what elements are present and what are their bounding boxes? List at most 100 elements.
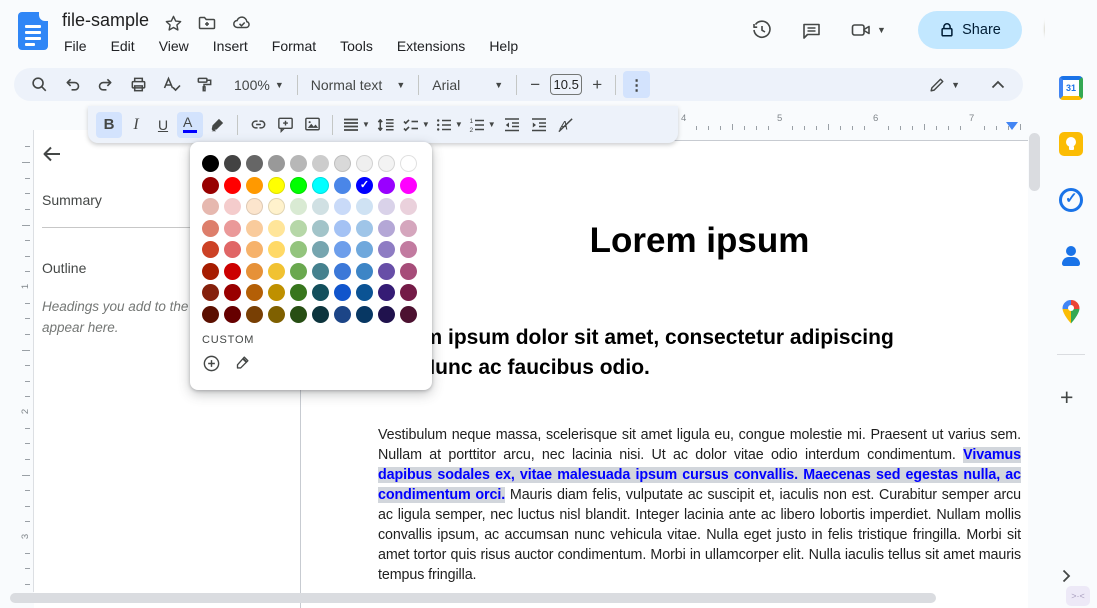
color-swatch-e69138[interactable] [246,263,263,280]
back-arrow-icon[interactable] [40,142,66,168]
bold-button[interactable]: B [96,112,122,138]
color-swatch-c9daf8[interactable] [334,198,351,215]
add-custom-color-icon[interactable] [202,354,221,373]
color-swatch-1c4587[interactable] [334,306,351,323]
color-swatch-1155cc[interactable] [334,284,351,301]
color-swatch-00ff00[interactable] [290,177,307,194]
zoom-select[interactable]: 100% ▼ [228,71,290,98]
search-menus-icon[interactable] [26,71,53,98]
cloud-status-icon[interactable] [231,13,253,33]
move-folder-icon[interactable] [197,13,217,33]
color-swatch-660000[interactable] [224,306,241,323]
print-icon[interactable] [125,71,152,98]
color-swatch-fce5cd[interactable] [246,198,263,215]
doc-subtitle[interactable]: Lorem ipsum dolor sit amet, consectetur … [378,323,1021,383]
color-swatch-bf9000[interactable] [268,284,285,301]
color-swatch-85200c[interactable] [202,284,219,301]
color-swatch-c27ba0[interactable] [400,241,417,258]
color-swatch-9fc5e8[interactable] [356,220,373,237]
color-swatch-e06666[interactable] [224,241,241,258]
color-swatch-d5a6bd[interactable] [400,220,417,237]
color-swatch-cc0000[interactable] [224,263,241,280]
redo-icon[interactable] [92,71,119,98]
color-swatch-d9d2e9[interactable] [378,198,395,215]
color-swatch-4c1130[interactable] [400,306,417,323]
font-family-select[interactable]: Arial ▼ [426,71,509,98]
doc-paragraph[interactable]: Vestibulum neque massa, scelerisque sit … [378,425,1021,585]
color-swatch-a4c2f4[interactable] [334,220,351,237]
menu-file[interactable]: File [60,36,91,56]
more-options-button[interactable]: ⋮ [623,71,650,98]
color-swatch-999999[interactable] [268,155,285,172]
color-swatch-cfe2f3[interactable] [356,198,373,215]
vertical-scrollbar-thumb[interactable] [1029,133,1040,191]
line-spacing-icon[interactable] [373,112,399,138]
document-title[interactable]: file-sample [62,10,149,31]
hide-menus-chevron-icon[interactable] [984,71,1011,98]
decrease-indent-icon[interactable] [499,112,525,138]
color-swatch-ff9900[interactable] [246,177,263,194]
checklist-button[interactable]: ▼ [400,112,432,138]
menu-extensions[interactable]: Extensions [393,36,469,56]
color-swatch-d9ead3[interactable] [290,198,307,215]
menu-help[interactable]: Help [485,36,522,56]
color-swatch-efefef[interactable] [356,155,373,172]
undo-icon[interactable] [59,71,86,98]
color-swatch-45818e[interactable] [312,263,329,280]
docs-logo-icon[interactable] [18,12,48,50]
menu-tools[interactable]: Tools [336,36,377,56]
color-swatch-f4cccc[interactable] [224,198,241,215]
color-swatch-6aa84f[interactable] [290,263,307,280]
numbered-list-button[interactable]: 12 ▼ [466,112,498,138]
google-maps-icon[interactable] [1058,299,1084,325]
color-swatch-ffe599[interactable] [268,220,285,237]
color-swatch-cc4125[interactable] [202,241,219,258]
color-swatch-00ffff[interactable] [312,177,329,194]
color-swatch-ffd966[interactable] [268,241,285,258]
google-tasks-icon[interactable]: ✓ [1058,187,1084,213]
menu-insert[interactable]: Insert [209,36,252,56]
menu-view[interactable]: View [155,36,193,56]
color-swatch-f9cb9c[interactable] [246,220,263,237]
editing-mode-select[interactable]: ▼ [922,71,966,98]
font-size-decrease-button[interactable]: − [524,75,546,95]
color-swatch-6fa8dc[interactable] [356,241,373,258]
menu-edit[interactable]: Edit [107,36,139,56]
google-calendar-icon[interactable]: 31 [1058,75,1084,101]
version-history-icon[interactable] [748,16,776,44]
color-swatch-d9d9d9[interactable] [334,155,351,172]
color-swatch-8e7cc3[interactable] [378,241,395,258]
italic-button[interactable]: I [123,112,149,138]
menu-format[interactable]: Format [268,36,320,56]
doc-heading-title[interactable]: Lorem ipsum [378,221,1021,261]
color-swatch-5b0f00[interactable] [202,306,219,323]
insert-link-icon[interactable] [245,112,271,138]
color-swatch-38761d[interactable] [290,284,307,301]
insert-image-icon[interactable] [299,112,325,138]
color-swatch-980000[interactable] [202,177,219,194]
color-swatch-0000ff[interactable]: ✓ [356,177,373,194]
color-swatch-ead1dc[interactable] [400,198,417,215]
color-swatch-134f5c[interactable] [312,284,329,301]
color-swatch-ffffff[interactable] [400,155,417,172]
add-comment-icon[interactable] [272,112,298,138]
color-swatch-741b47[interactable] [400,284,417,301]
color-swatch-3c78d8[interactable] [334,263,351,280]
color-swatch-0b5394[interactable] [356,284,373,301]
color-swatch-b4a7d6[interactable] [378,220,395,237]
color-swatch-666666[interactable] [246,155,263,172]
color-swatch-f6b26b[interactable] [246,241,263,258]
color-swatch-cccccc[interactable] [312,155,329,172]
color-swatch-b6d7a8[interactable] [290,220,307,237]
bulleted-list-button[interactable]: ▼ [433,112,465,138]
spellcheck-icon[interactable] [158,71,185,98]
color-swatch-76a5af[interactable] [312,241,329,258]
get-addons-plus-icon[interactable]: + [1060,384,1073,411]
color-swatch-000000[interactable] [202,155,219,172]
color-swatch-3d85c6[interactable] [356,263,373,280]
color-swatch-4a86e8[interactable] [334,177,351,194]
color-swatch-b7b7b7[interactable] [290,155,307,172]
highlight-color-button[interactable] [204,112,230,138]
paragraph-style-select[interactable]: Normal text ▼ [305,71,412,98]
underline-button[interactable]: U [150,112,176,138]
